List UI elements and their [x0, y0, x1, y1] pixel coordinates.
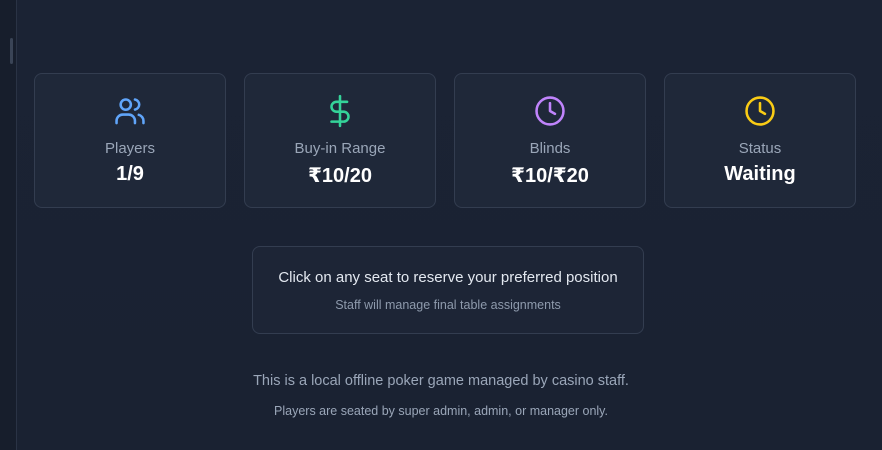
stat-card-status: Status Waiting [664, 73, 856, 208]
stat-label: Buy-in Range [294, 140, 386, 157]
stat-card-buy-in: Buy-in Range ₹10/20 [244, 73, 436, 208]
notice-message: Click on any seat to reserve your prefer… [278, 269, 618, 286]
notice-subtext: Staff will manage final table assignment… [335, 298, 561, 312]
clock-icon [533, 94, 567, 128]
footer-info-text: This is a local offline poker game manag… [253, 373, 629, 389]
stat-label: Players [104, 140, 156, 157]
clock-icon [743, 94, 777, 128]
dollar-icon [323, 94, 357, 128]
stat-value: 1/9 [116, 163, 144, 185]
stat-label: Status [738, 140, 782, 157]
stat-value: ₹10/₹20 [511, 165, 589, 187]
users-icon [113, 94, 147, 128]
stat-label: Blinds [529, 140, 571, 157]
seat-reservation-notice: Click on any seat to reserve your prefer… [252, 246, 644, 334]
stat-card-blinds: Blinds ₹10/₹20 [454, 73, 646, 208]
footer-seating-note: Players are seated by super admin, admin… [274, 404, 608, 418]
poker-lobby: Players 1/9 Buy-in Range ₹10/20 Blinds ₹ [0, 0, 882, 450]
stats-row: Players 1/9 Buy-in Range ₹10/20 Blinds ₹ [34, 73, 856, 208]
stat-card-players: Players 1/9 [34, 73, 226, 208]
status-value: Waiting [724, 163, 796, 185]
scrollbar-thumb[interactable] [10, 38, 13, 64]
stat-value: ₹10/20 [308, 165, 372, 187]
